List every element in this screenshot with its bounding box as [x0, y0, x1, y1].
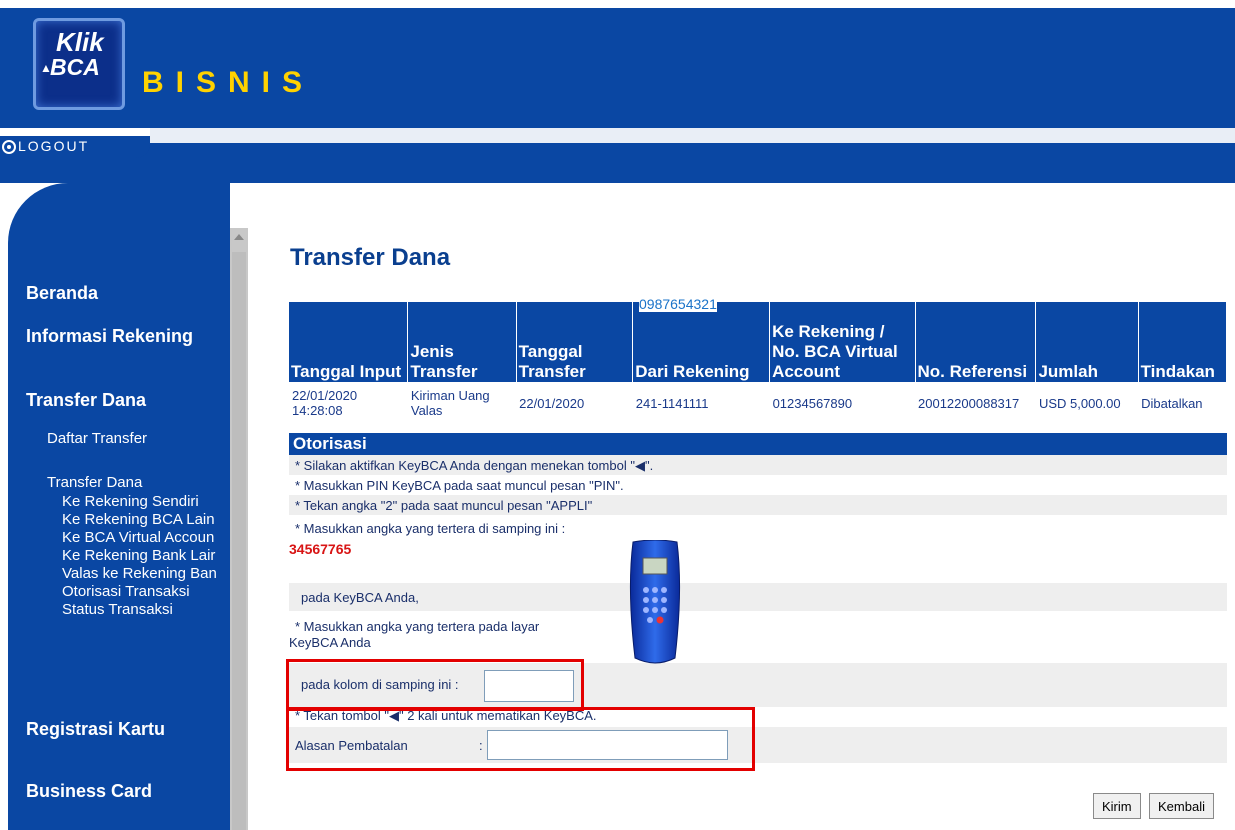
nav-transfer-dana-sub[interactable]: Transfer Dana [47, 474, 142, 491]
page-title: Transfer Dana [290, 244, 451, 271]
cell-dari-rekening: 241-1141111 [635, 395, 709, 411]
nav-ke-rekening-sendiri[interactable]: Ke Rekening Sendiri [62, 493, 230, 510]
instruction-6b: KeyBCA Anda [289, 635, 371, 650]
nav-informasi-rekening[interactable]: Informasi Rekening [26, 326, 193, 347]
kirim-button[interactable]: Kirim [1093, 793, 1141, 819]
instruction-row-2: * Masukkan PIN KeyBCA pada saat muncul p… [289, 475, 1227, 495]
instruction-row-6: * Masukkan angka yang tertera pada layar… [289, 611, 1227, 663]
instruction-row-4: * Masukkan angka yang tertera di samping… [289, 515, 1227, 583]
instruction-1-end: ". [644, 458, 654, 473]
cell-no-referensi: 20012200088317 [918, 395, 1020, 411]
highlight-response-box [286, 659, 584, 711]
scroll-up-icon[interactable] [234, 234, 244, 240]
col-jenis-transfer: Jenis Transfer [407, 302, 517, 382]
instruction-row-1: * Silakan aktifkan KeyBCA Anda dengan me… [289, 455, 1227, 475]
highlight-alasan-box [286, 707, 755, 771]
nav-daftar-transfer[interactable]: Daftar Transfer [47, 430, 147, 447]
logout-label: LOGOUT [18, 138, 90, 154]
instruction-1: * Silakan aktifkan KeyBCA Anda dengan me… [295, 458, 653, 474]
overlay-number: 0987654321 [639, 296, 717, 312]
col-tanggal-input: Tanggal Input [289, 302, 409, 382]
nav-ke-rekening-bank-lain[interactable]: Ke Rekening Bank Lair [62, 547, 230, 564]
cell-tindakan: Dibatalkan [1141, 395, 1203, 411]
challenge-code: 34567765 [289, 541, 352, 557]
otorisasi-header: Otorisasi [289, 433, 1227, 455]
col-ke-rekening: Ke Rekening / No. BCA Virtual Account [769, 302, 916, 382]
logo-line1: Klik [56, 27, 104, 57]
top-gap [0, 0, 1235, 8]
klikbca-logo[interactable]: Klik ▲ BCA [33, 18, 125, 110]
logout-icon [2, 140, 16, 154]
cell-jumlah: USD 5,000.00 [1038, 395, 1121, 411]
logo-line2: BCA [50, 54, 100, 80]
otorisasi-title: Otorisasi [293, 434, 367, 453]
col-jumlah: Jumlah [1035, 302, 1139, 382]
kembali-button[interactable]: Kembali [1149, 793, 1214, 819]
sidebar-scroll-thumb[interactable] [232, 252, 246, 830]
transfer-table: Tanggal Input Jenis Transfer Tanggal Tra… [289, 302, 1228, 424]
nav-ke-rekening-bca-lain[interactable]: Ke Rekening BCA Lain [62, 511, 230, 528]
brand-title: BISNIS [142, 66, 315, 99]
keybca-token-image [629, 540, 681, 664]
cell-jenis-transfer: Kiriman Uang Valas [410, 388, 490, 418]
col-tindakan: Tindakan [1138, 302, 1228, 382]
nav-transfer-dana[interactable]: Transfer Dana [26, 390, 146, 411]
instruction-row-5: pada KeyBCA Anda, [289, 583, 1227, 611]
header-band [0, 143, 1235, 183]
nav-beranda[interactable]: Beranda [26, 283, 98, 304]
instruction-1-text: * Silakan aktifkan KeyBCA Anda dengan me… [295, 458, 635, 473]
nav-otorisasi-transaksi[interactable]: Otorisasi Transaksi [62, 583, 230, 600]
instruction-4: * Masukkan angka yang tertera di samping… [295, 521, 566, 536]
col-tanggal-transfer: Tanggal Transfer [516, 302, 634, 382]
nav-registrasi-kartu[interactable]: Registrasi Kartu [26, 719, 165, 740]
col-dari-rekening: Dari Rekening [632, 302, 771, 382]
instruction-row-3: * Tekan angka "2" pada saat muncul pesan… [289, 495, 1227, 515]
cell-ke-rekening: 01234567890 [772, 395, 853, 411]
cell-tanggal-input: 22/01/2020 14:28:08 [292, 388, 358, 418]
nav-valas-ke-rekening-bank[interactable]: Valas ke Rekening Ban [62, 565, 230, 582]
cell-tanggal-transfer: 22/01/2020 [519, 395, 585, 411]
instruction-2: * Masukkan PIN KeyBCA pada saat muncul p… [295, 478, 624, 493]
nav-status-transaksi[interactable]: Status Transaksi [62, 601, 230, 618]
col-no-referensi: No. Referensi [915, 302, 1037, 382]
logout-button[interactable]: LOGOUT [0, 136, 150, 158]
nav-business-card[interactable]: Business Card [26, 781, 152, 802]
instruction-3: * Tekan angka "2" pada saat muncul pesan… [295, 498, 593, 513]
instruction-6a: * Masukkan angka yang tertera pada layar [295, 619, 540, 634]
instruction-5: pada KeyBCA Anda, [301, 590, 419, 605]
keybca-button-icon: ◀ [634, 458, 645, 473]
header-stripe [150, 128, 1235, 143]
nav-ke-bca-virtual-account[interactable]: Ke BCA Virtual Accoun [62, 529, 230, 546]
table-row: 22/01/2020 14:28:08 Kiriman Uang Valas 2… [289, 382, 1227, 424]
